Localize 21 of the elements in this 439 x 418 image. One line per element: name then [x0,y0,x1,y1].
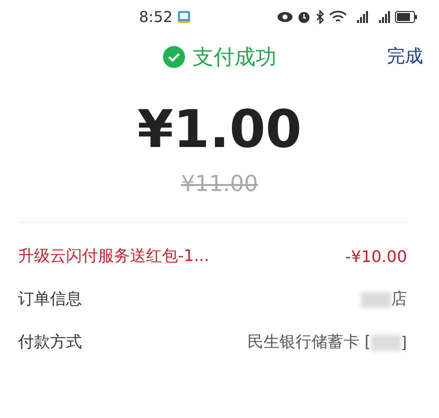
row-value: 店 [391,289,407,310]
paid-amount: ¥1.00 [137,99,302,162]
battery-icon [395,11,417,23]
original-amount: ¥11.00 [181,172,258,197]
blurred-text [370,334,401,350]
row-value: ] [400,333,407,352]
alarm-icon [297,10,311,24]
success-check-icon [162,46,184,68]
promotion-label: 升级云闪付服务送红包-1... [18,246,210,267]
eye-icon [277,11,293,23]
row-value: 民生银行储蓄卡 [ [247,332,371,353]
wifi-icon [329,10,347,24]
bluetooth-icon [315,10,325,24]
row-label: 订单信息 [18,289,82,310]
payment-success-title: 支付成功 [192,44,276,71]
app-notification-icon [176,10,191,24]
row-label: 付款方式 [18,332,82,353]
blurred-text [361,292,391,308]
done-button[interactable]: 完成 [387,44,423,68]
clock: 8:52 [139,8,173,26]
discount-amount: -¥10.00 [345,247,407,266]
